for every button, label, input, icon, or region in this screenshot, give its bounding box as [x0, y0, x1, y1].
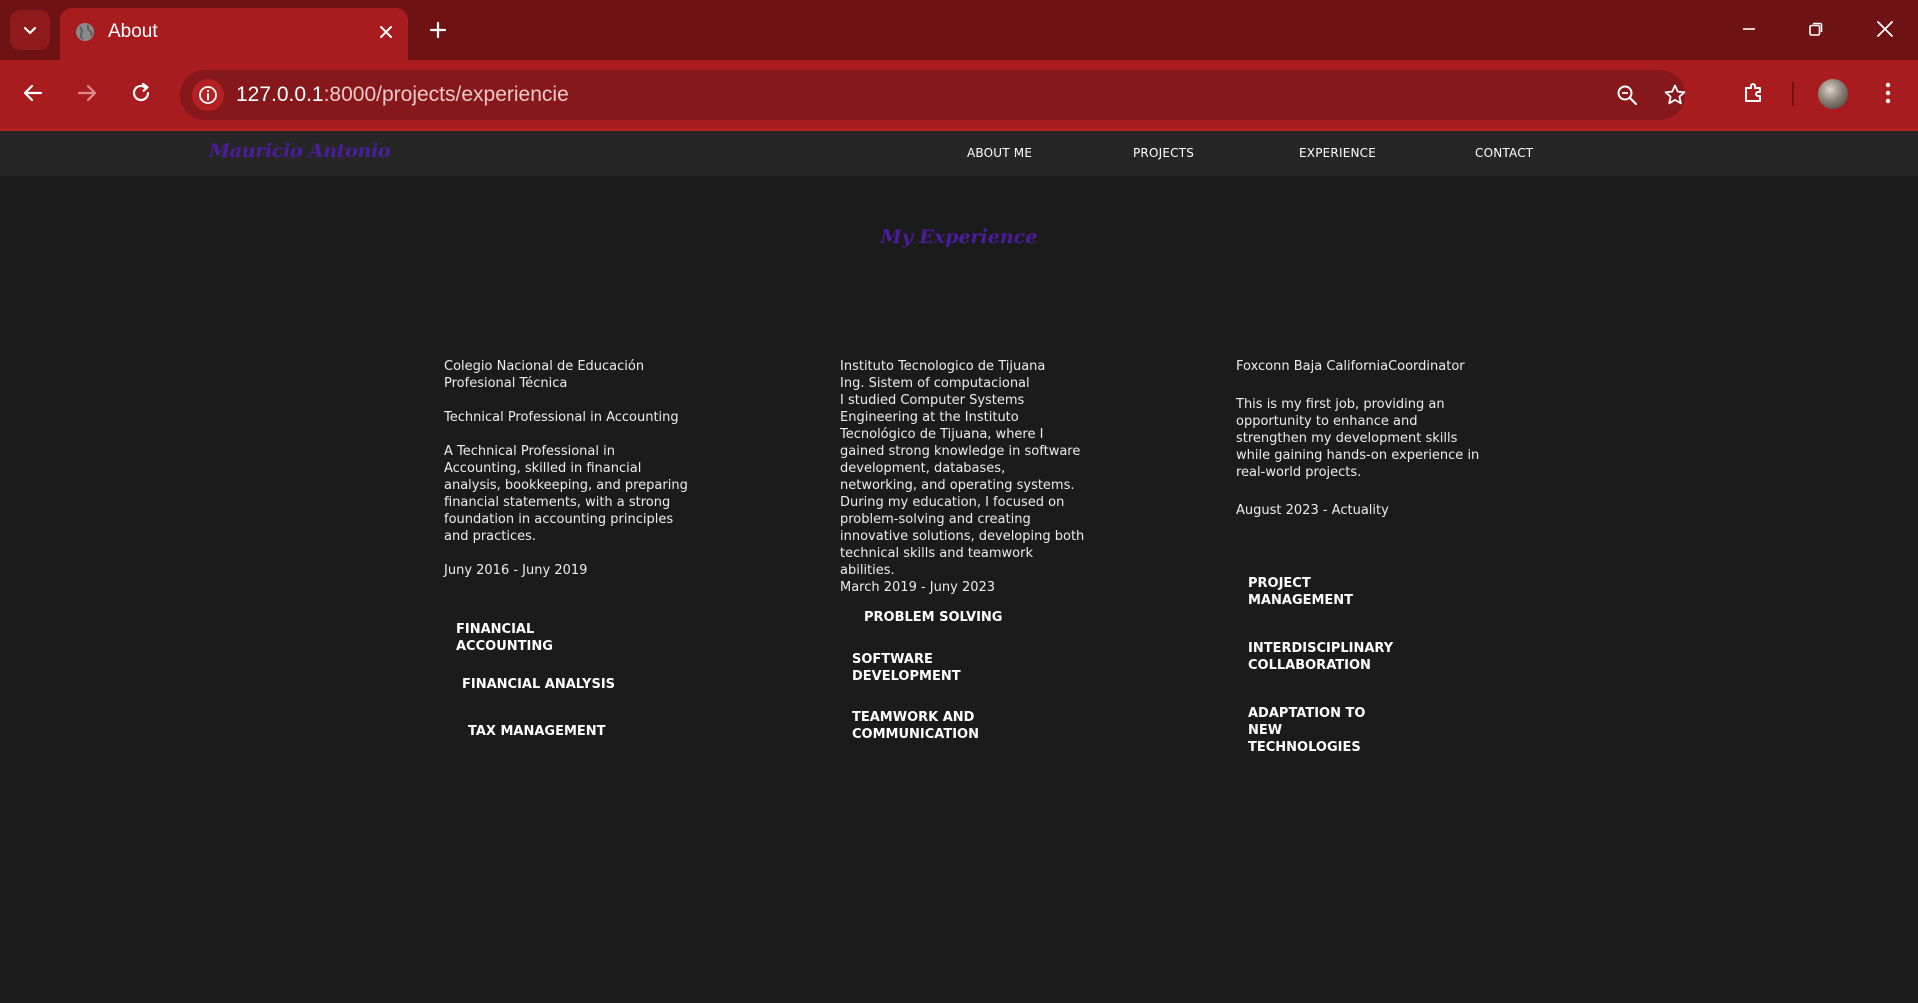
skill-tag: FINANCIAL ANALYSIS — [462, 677, 616, 692]
card-institution: Instituto Tecnologico de Tijuana — [840, 359, 1046, 374]
extensions-button[interactable] — [1738, 77, 1770, 109]
globe-icon — [76, 23, 94, 41]
puzzle-icon — [1745, 83, 1761, 102]
zoom-out-icon — [1617, 85, 1638, 106]
tab-title: About — [108, 21, 158, 42]
card-institution: Foxconn Baja CaliforniaCoordinator — [1236, 359, 1465, 374]
skill-tag: FINANCIAL ACCOUNTING — [456, 622, 553, 654]
site-info-button[interactable] — [192, 79, 224, 111]
back-button[interactable] — [16, 76, 50, 110]
card-description: This is my first job, providing an oppor… — [1236, 397, 1480, 480]
info-icon — [199, 86, 217, 104]
plus-icon — [429, 21, 447, 39]
experience-card-ittijuana: Instituto Tecnologico de Tijuana Ing. Si… — [840, 358, 1086, 596]
tab-search-button[interactable] — [10, 10, 50, 50]
minimize-button[interactable] — [1734, 14, 1764, 44]
close-tab-button[interactable] — [374, 20, 398, 44]
bookmark-button[interactable] — [1662, 82, 1688, 108]
skill-tag: ADAPTATION TO NEW TECHNOLOGIES — [1248, 706, 1366, 755]
arrow-left-icon — [23, 84, 43, 102]
section-title: My Experience — [880, 226, 1038, 248]
nav-link-about-me[interactable]: ABOUT ME — [967, 146, 1032, 160]
nav-link-contact[interactable]: CONTACT — [1475, 146, 1533, 160]
page-content: Mauricio Antonio ABOUT ME PROJECTS EXPER… — [0, 131, 1918, 1003]
url-host: 127.0.0.1 — [236, 83, 324, 106]
experience-card-foxconn: Foxconn Baja CaliforniaCoordinator This … — [1236, 358, 1482, 519]
toolbar-divider — [1792, 82, 1794, 106]
browser-tab-strip: About — [0, 0, 1918, 60]
minimize-icon — [1743, 28, 1755, 30]
skill-tag: TAX MANAGEMENT — [468, 724, 606, 739]
card-degree: Ing. Sistem of computacional — [840, 376, 1030, 391]
card-degree: Technical Professional in Accounting — [444, 410, 679, 425]
skill-tag: INTERDISCIPLINARY COLLABORATION — [1248, 641, 1394, 673]
browser-menu-button[interactable] — [1872, 77, 1904, 109]
skill-tag: SOFTWARE DEVELOPMENT — [852, 652, 961, 684]
new-tab-button[interactable] — [424, 16, 452, 44]
reload-button[interactable] — [124, 76, 158, 110]
chevron-down-icon — [23, 26, 37, 35]
forward-button[interactable] — [70, 76, 104, 110]
browser-toolbar: 127.0.0.1:8000/projects/experiencie — [0, 60, 1918, 128]
skill-tag: PROBLEM SOLVING — [864, 610, 1003, 625]
restore-button[interactable] — [1801, 14, 1831, 44]
nav-link-projects[interactable]: PROJECTS — [1133, 146, 1194, 160]
arrow-right-icon — [77, 84, 97, 102]
card-dates: March 2019 - Juny 2023 — [840, 580, 996, 595]
card-description: A Technical Professional in Accounting, … — [444, 444, 688, 544]
reload-icon — [132, 82, 150, 102]
url-path: :8000/projects/experiencie — [323, 83, 569, 106]
site-brand-logo[interactable]: Mauricio Antonio — [209, 140, 391, 162]
skill-tag: PROJECT MANAGEMENT — [1248, 576, 1354, 608]
more-vertical-icon — [1885, 82, 1891, 104]
address-bar[interactable]: 127.0.0.1:8000/projects/experiencie — [180, 70, 1688, 120]
card-description: I studied Computer Systems Engineering a… — [840, 393, 1085, 578]
zoom-button[interactable] — [1614, 82, 1640, 108]
close-window-button[interactable] — [1870, 14, 1900, 44]
nav-link-experience[interactable]: EXPERIENCE — [1299, 146, 1376, 160]
skill-tag: TEAMWORK AND COMMUNICATION — [852, 710, 979, 742]
close-icon — [380, 26, 392, 38]
url-text: 127.0.0.1:8000/projects/experiencie — [236, 83, 569, 107]
card-dates: August 2023 - Actuality — [1236, 503, 1389, 518]
experience-card-conalep: Colegio Nacional de Educación Profesiona… — [444, 358, 690, 579]
star-icon — [1664, 84, 1686, 105]
restore-icon — [1809, 22, 1823, 36]
browser-tab[interactable]: About — [60, 8, 408, 60]
site-navbar: Mauricio Antonio ABOUT ME PROJECTS EXPER… — [0, 131, 1918, 176]
close-icon — [1877, 21, 1893, 37]
card-institution: Colegio Nacional de Educación Profesiona… — [444, 359, 645, 391]
card-dates: Juny 2016 - Juny 2019 — [444, 563, 588, 578]
profile-avatar[interactable] — [1818, 79, 1848, 109]
